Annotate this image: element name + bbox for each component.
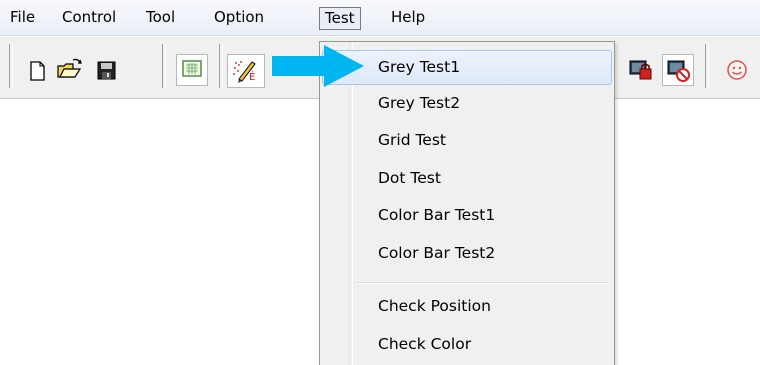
menu-item-color-bar-test1[interactable]: Color Bar Test1: [322, 198, 612, 233]
grid-screen-icon: [182, 60, 202, 77]
monitor-lock-icon: [629, 60, 652, 80]
toolbar-separator: [705, 44, 709, 88]
toolbar-separator: [219, 44, 223, 88]
menu-control[interactable]: Control: [57, 7, 121, 30]
menu-help[interactable]: Help: [386, 7, 430, 30]
menu-item-dot-test[interactable]: Dot Test: [322, 161, 612, 196]
pointer-arrow-icon: [272, 45, 364, 87]
monitor-lock-button[interactable]: [627, 56, 655, 84]
save-button[interactable]: [92, 57, 120, 85]
menu-item-color-bar-test2[interactable]: Color Bar Test2: [322, 236, 612, 271]
menu-bar: File Control Tool Option Test Help: [0, 0, 760, 36]
smiley-button[interactable]: [723, 56, 751, 84]
svg-text:É: É: [249, 70, 255, 83]
menu-tool[interactable]: Tool: [141, 7, 180, 30]
menu-separator: [356, 282, 610, 284]
open-folder-icon: [57, 58, 82, 78]
new-document-button[interactable]: [23, 57, 51, 85]
smiley-icon: [727, 60, 747, 80]
toolbar-separator: [162, 44, 166, 88]
menu-item-grey-test2[interactable]: Grey Test2: [322, 86, 612, 121]
toolbar-grip: [9, 44, 13, 88]
new-document-icon: [30, 61, 45, 81]
menu-file[interactable]: File: [5, 7, 40, 30]
menu-option[interactable]: Option: [209, 7, 269, 30]
edit-button[interactable]: É: [227, 54, 265, 88]
grid-screen-button[interactable]: [176, 54, 208, 86]
open-folder-button[interactable]: [55, 56, 83, 84]
menu-item-check-position[interactable]: Check Position: [322, 289, 612, 324]
edit-pencil-icon: É: [233, 61, 256, 83]
menu-test[interactable]: Test: [319, 7, 361, 30]
monitor-no-icon: [667, 60, 690, 82]
menu-item-grid-test[interactable]: Grid Test: [322, 123, 612, 158]
monitor-no-button[interactable]: [662, 54, 694, 86]
save-disk-icon: [97, 61, 116, 80]
test-menu-dropdown: Grey Test1 Grey Test2 Grid Test Dot Test…: [319, 41, 615, 365]
menu-item-check-color[interactable]: Check Color: [322, 327, 612, 362]
